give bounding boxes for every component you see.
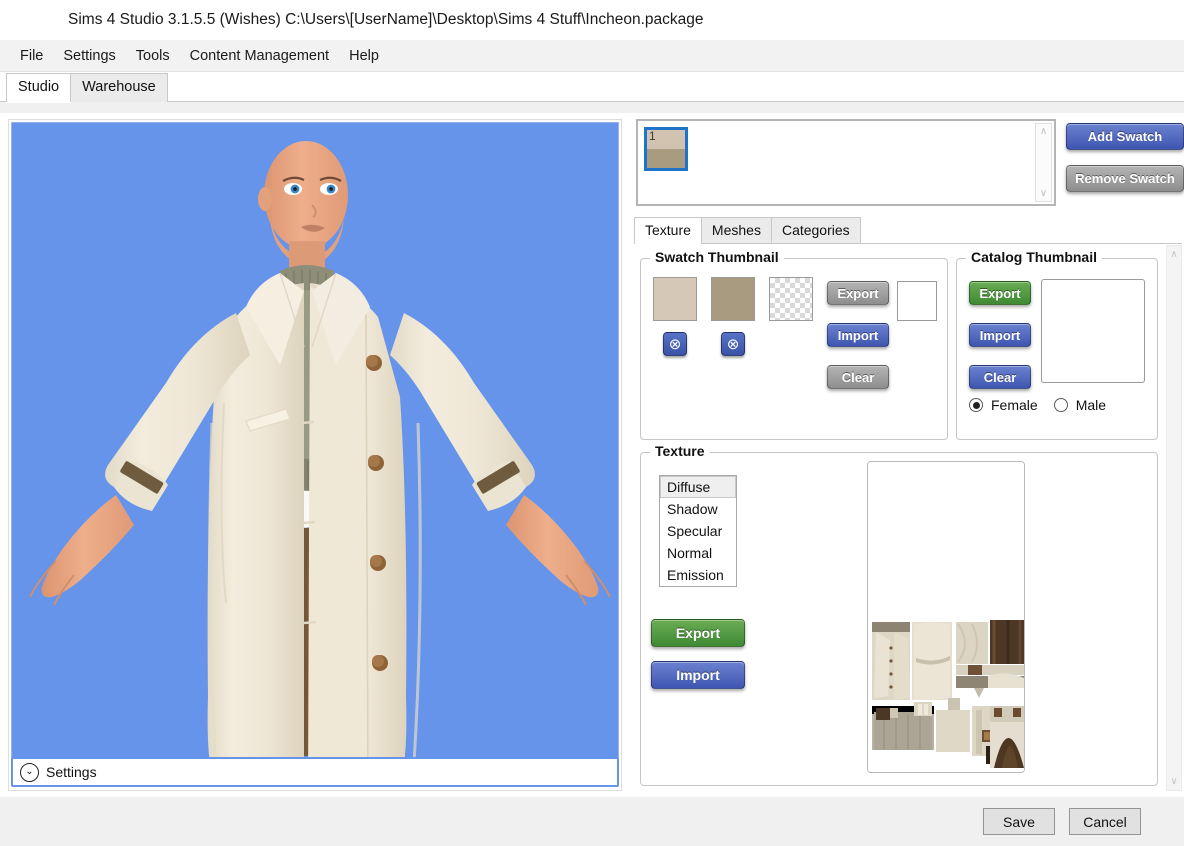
- window-titlebar: Sims 4 Studio 3.1.5.5 (Wishes) C:\Users\…: [0, 0, 1184, 40]
- menu-item-help[interactable]: Help: [339, 44, 389, 68]
- window-title: Sims 4 Studio 3.1.5.5 (Wishes) C:\Users\…: [68, 11, 703, 29]
- model-viewport-panel: ⌄ Settings: [8, 119, 622, 791]
- catalog-clear-button[interactable]: Clear: [969, 365, 1031, 389]
- swatch-clear-button[interactable]: Clear: [827, 365, 889, 389]
- swatch-color-slot-2[interactable]: ⊗: [711, 277, 755, 356]
- viewport-settings-bar[interactable]: ⌄ Settings: [11, 757, 619, 787]
- add-swatch-button[interactable]: Add Swatch: [1066, 123, 1184, 150]
- scroll-down-icon[interactable]: ∨: [1040, 186, 1047, 201]
- tab-meshes[interactable]: Meshes: [701, 217, 772, 244]
- catalog-thumbnail-title: Catalog Thumbnail: [966, 249, 1102, 265]
- swatch-color-slot-1[interactable]: ⊗: [653, 277, 697, 356]
- panel-scroll-down-icon[interactable]: ∨: [1170, 773, 1177, 790]
- swatch-color-box-2[interactable]: [711, 277, 755, 321]
- texture-tab-panel: Swatch Thumbnail ⊗ ⊗ Export Import Clear…: [634, 243, 1182, 793]
- model-viewport-3d[interactable]: [11, 122, 619, 758]
- texture-group: Texture Diffuse Shadow Specular Normal E…: [640, 452, 1158, 786]
- radio-female-label: Female: [991, 397, 1038, 413]
- cancel-button[interactable]: Cancel: [1069, 808, 1141, 835]
- sim-character-render: [12, 123, 619, 758]
- texture-group-title: Texture: [650, 443, 710, 459]
- texture-map-emission[interactable]: Emission: [660, 564, 736, 586]
- swatch-thumbnail-preview[interactable]: [897, 281, 937, 321]
- catalog-import-button[interactable]: Import: [969, 323, 1031, 347]
- swatch-thumbnail-group: Swatch Thumbnail ⊗ ⊗ Export Import Clear: [640, 258, 948, 440]
- chevron-down-icon[interactable]: ⌄: [20, 763, 39, 782]
- save-button[interactable]: Save: [983, 808, 1055, 835]
- main-tab-strip: Studio Warehouse: [0, 72, 1184, 102]
- catalog-export-button[interactable]: Export: [969, 281, 1031, 305]
- clear-swatch-color-1-icon[interactable]: ⊗: [663, 332, 687, 356]
- swatch-list-row: 1 ∧ ∨ Add Swatch Remove Swatch: [636, 119, 1184, 209]
- content-area: ⌄ Settings 1 ∧ ∨ Add Swatch Remove Swatc…: [0, 113, 1184, 797]
- swatch-transparent-slot[interactable]: [769, 277, 813, 321]
- menu-item-settings[interactable]: Settings: [53, 44, 125, 68]
- radio-male-label: Male: [1076, 397, 1106, 413]
- tab-categories[interactable]: Categories: [771, 217, 861, 244]
- scroll-up-icon[interactable]: ∧: [1040, 124, 1047, 139]
- menu-item-content-management[interactable]: Content Management: [180, 44, 339, 68]
- tab-texture[interactable]: Texture: [634, 217, 702, 244]
- clear-swatch-color-2-icon[interactable]: ⊗: [721, 332, 745, 356]
- swatch-item-1[interactable]: 1: [644, 127, 688, 171]
- gender-radio-group: Female Male: [969, 397, 1106, 413]
- tab-studio[interactable]: Studio: [6, 73, 71, 102]
- swatch-color-bottom: [647, 149, 685, 168]
- texture-map-shadow[interactable]: Shadow: [660, 498, 736, 520]
- texture-preview[interactable]: [867, 461, 1025, 773]
- swatch-thumbnail-title: Swatch Thumbnail: [650, 249, 784, 265]
- texture-map-diffuse[interactable]: Diffuse: [660, 476, 736, 498]
- texture-import-button[interactable]: Import: [651, 661, 745, 689]
- catalog-thumbnail-group: Catalog Thumbnail Export Import Clear Fe…: [956, 258, 1158, 440]
- bottom-action-bar: Save Cancel: [0, 797, 1184, 846]
- texture-map-specular[interactable]: Specular: [660, 520, 736, 542]
- texture-uv-map-image: [868, 462, 1025, 773]
- menu-item-file[interactable]: File: [10, 44, 53, 68]
- swatch-color-box-1[interactable]: [653, 277, 697, 321]
- texture-export-button[interactable]: Export: [651, 619, 745, 647]
- swatch-index-label: 1: [649, 129, 656, 143]
- radio-male[interactable]: [1054, 398, 1068, 412]
- menu-item-tools[interactable]: Tools: [126, 44, 180, 68]
- texture-map-normal[interactable]: Normal: [660, 542, 736, 564]
- tab-warehouse[interactable]: Warehouse: [70, 73, 168, 102]
- viewport-settings-label: Settings: [46, 764, 97, 780]
- panel-scroll-up-icon[interactable]: ∧: [1170, 246, 1177, 263]
- menu-bar: File Settings Tools Content Management H…: [0, 40, 1184, 72]
- texture-map-listbox[interactable]: Diffuse Shadow Specular Normal Emission: [659, 475, 737, 587]
- right-panel: 1 ∧ ∨ Add Swatch Remove Swatch Texture M…: [630, 113, 1184, 797]
- radio-female[interactable]: [969, 398, 983, 412]
- swatch-list-scrollbar[interactable]: ∧ ∨: [1035, 123, 1052, 202]
- swatch-import-button[interactable]: Import: [827, 323, 889, 347]
- right-panel-scrollbar[interactable]: ∧ ∨: [1166, 245, 1182, 791]
- catalog-thumbnail-preview[interactable]: [1041, 279, 1145, 383]
- inner-tab-strip: Texture Meshes Categories: [634, 218, 1182, 244]
- swatch-list[interactable]: 1 ∧ ∨: [636, 119, 1056, 206]
- swatch-export-button[interactable]: Export: [827, 281, 889, 305]
- remove-swatch-button[interactable]: Remove Swatch: [1066, 165, 1184, 192]
